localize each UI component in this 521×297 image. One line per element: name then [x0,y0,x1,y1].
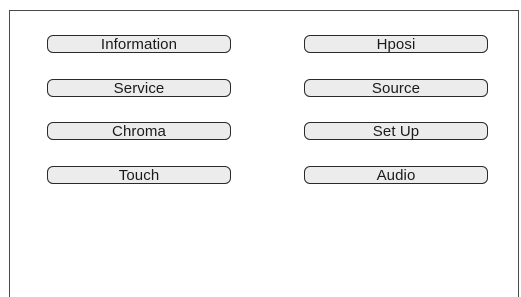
chroma-button[interactable]: Chroma [47,122,231,140]
menu-panel: Information Hposi Service Source Chroma … [9,10,519,297]
touch-button[interactable]: Touch [47,166,231,184]
source-button[interactable]: Source [304,79,488,97]
service-button[interactable]: Service [47,79,231,97]
hposi-button[interactable]: Hposi [304,35,488,53]
set-up-button[interactable]: Set Up [304,122,488,140]
audio-button[interactable]: Audio [304,166,488,184]
information-button[interactable]: Information [47,35,231,53]
